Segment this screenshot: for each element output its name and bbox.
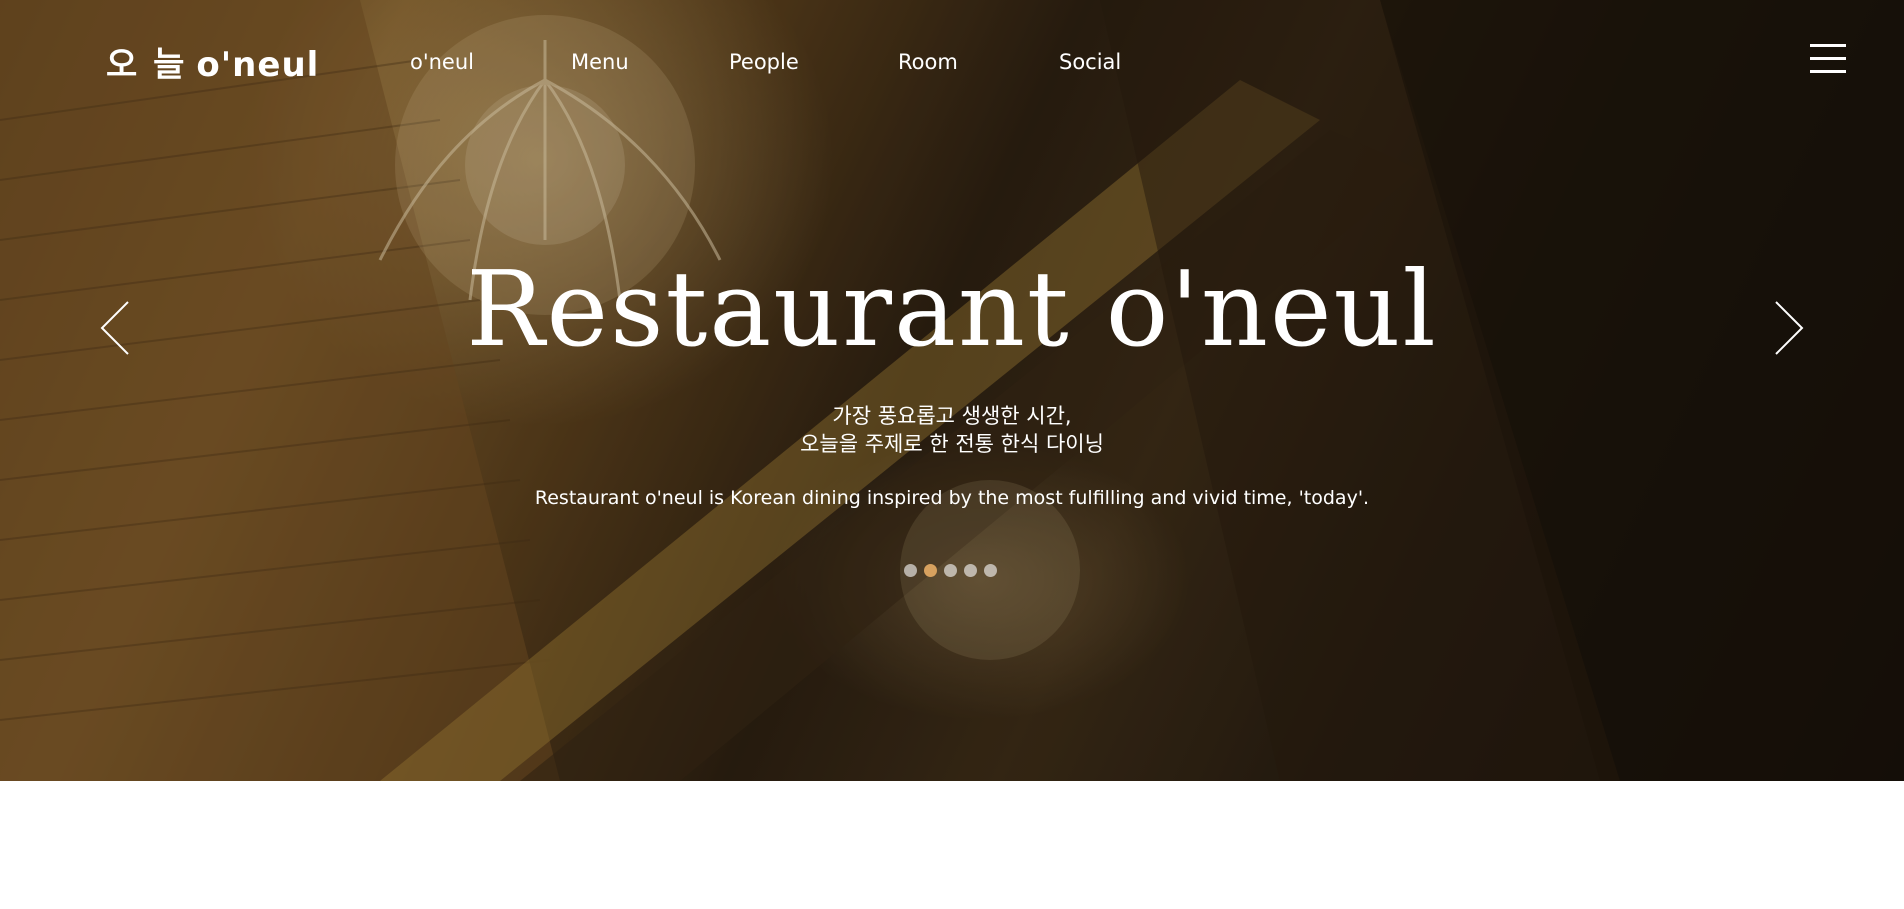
slider-pagination (904, 564, 997, 578)
content-section (0, 781, 1904, 909)
slider-dot[interactable] (984, 564, 997, 577)
logo-korean-text: 오 늘 (106, 45, 187, 85)
hero-subtitle: 가장 풍요롭고 생생한 시간, 오늘을 주제로 한 전통 한식 다이닝 (0, 402, 1904, 458)
site-header: 오 늘 o'neul o'neul Menu People Room Socia… (0, 0, 1904, 130)
nav-item-social[interactable]: Social (1059, 50, 1121, 74)
site-logo[interactable]: 오 늘 o'neul (106, 40, 319, 90)
hero-subtitle-line-1: 가장 풍요롭고 생생한 시간, (832, 404, 1072, 428)
logo-english-text: o'neul (196, 45, 320, 85)
hero-description: Restaurant o'neul is Korean dining inspi… (534, 487, 1370, 509)
hero-subtitle-line-2: 오늘을 주제로 한 전통 한식 다이닝 (800, 432, 1104, 456)
hamburger-menu-icon[interactable] (1810, 44, 1846, 74)
hero-slider: 오 늘 o'neul o'neul Menu People Room Socia… (0, 0, 1904, 781)
slider-dot-active[interactable] (924, 564, 937, 577)
nav-item-room[interactable]: Room (898, 50, 958, 74)
slider-dot[interactable] (904, 564, 917, 577)
slider-dot[interactable] (944, 564, 957, 577)
slider-dot[interactable] (964, 564, 977, 577)
hero-title: Restaurant o'neul (466, 248, 1438, 370)
nav-item-menu[interactable]: Menu (571, 50, 629, 74)
nav-item-people[interactable]: People (729, 50, 799, 74)
nav-item-oneul[interactable]: o'neul (410, 50, 474, 74)
